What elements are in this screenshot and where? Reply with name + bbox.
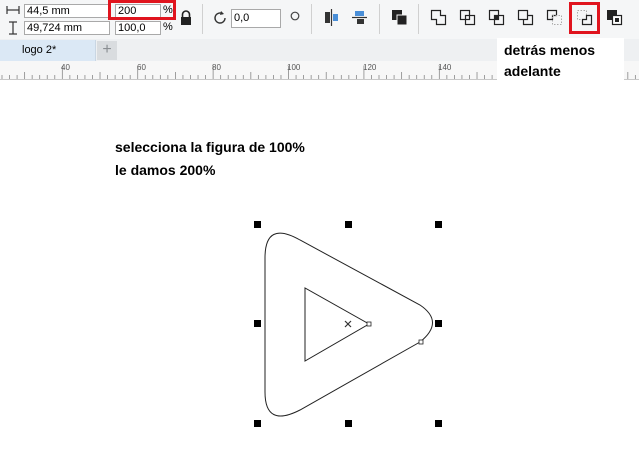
- separator: [418, 4, 419, 34]
- selection-handle[interactable]: [345, 221, 352, 228]
- separator: [311, 4, 312, 34]
- selection-handle[interactable]: [254, 320, 261, 327]
- document-tab[interactable]: logo 2*: [0, 40, 96, 61]
- selection-handle[interactable]: [254, 221, 261, 228]
- callout-line: adelante: [504, 63, 561, 79]
- create-boundary-icon[interactable]: [606, 9, 623, 26]
- add-document-button[interactable]: +: [97, 41, 117, 60]
- selection-handle[interactable]: [435, 320, 442, 327]
- instruction-line: le damos 200%: [115, 162, 216, 178]
- align-icon[interactable]: [323, 9, 340, 26]
- selection-handle[interactable]: [345, 420, 352, 427]
- outer-triangle-shape[interactable]: [264, 232, 433, 417]
- height-icon: [9, 21, 17, 35]
- instruction-line: selecciona la figura de 100%: [115, 139, 305, 155]
- ruler-label: 140: [438, 63, 452, 72]
- separator: [202, 4, 203, 34]
- scale-y-field[interactable]: 100,0: [115, 21, 161, 35]
- weld-icon[interactable]: [430, 9, 447, 26]
- rotation-angle-field[interactable]: 0,0: [231, 9, 281, 28]
- node-handle[interactable]: [418, 339, 424, 345]
- ruler-label: 100: [287, 63, 301, 72]
- callout-label: detrás menos adelante: [497, 38, 624, 81]
- back-minus-front-highlight-box: [569, 2, 600, 34]
- rotate-icon: [214, 11, 226, 24]
- lock-ratio-icon[interactable]: [179, 10, 193, 26]
- scale-highlight-box: [108, 0, 176, 20]
- distribute-icon[interactable]: [351, 9, 368, 26]
- callout-line: detrás menos: [504, 42, 596, 58]
- ruler-label: 60: [137, 63, 146, 72]
- trim-icon[interactable]: [459, 9, 476, 26]
- selection-handle[interactable]: [435, 420, 442, 427]
- selection-handle[interactable]: [435, 221, 442, 228]
- separator: [379, 4, 380, 34]
- combine-icon[interactable]: [391, 9, 408, 26]
- ruler-label: 120: [363, 63, 377, 72]
- ruler-label: 40: [61, 63, 70, 72]
- object-height-field[interactable]: 49,724 mm: [24, 21, 110, 35]
- document-tab-label: logo 2*: [22, 44, 57, 56]
- simplify-icon[interactable]: [517, 9, 534, 26]
- width-icon: [6, 6, 20, 14]
- selection-handle[interactable]: [254, 420, 261, 427]
- scale-y-percent: %: [163, 21, 173, 33]
- node-handle[interactable]: [366, 321, 372, 327]
- ruler-label: 80: [212, 63, 221, 72]
- center-marker-icon: [344, 320, 352, 328]
- inner-triangle-shape[interactable]: [304, 287, 371, 362]
- object-width-field[interactable]: 44,5 mm: [24, 4, 110, 18]
- front-minus-back-icon[interactable]: [546, 9, 563, 26]
- origin-icon[interactable]: [290, 11, 300, 21]
- intersect-icon[interactable]: [488, 9, 505, 26]
